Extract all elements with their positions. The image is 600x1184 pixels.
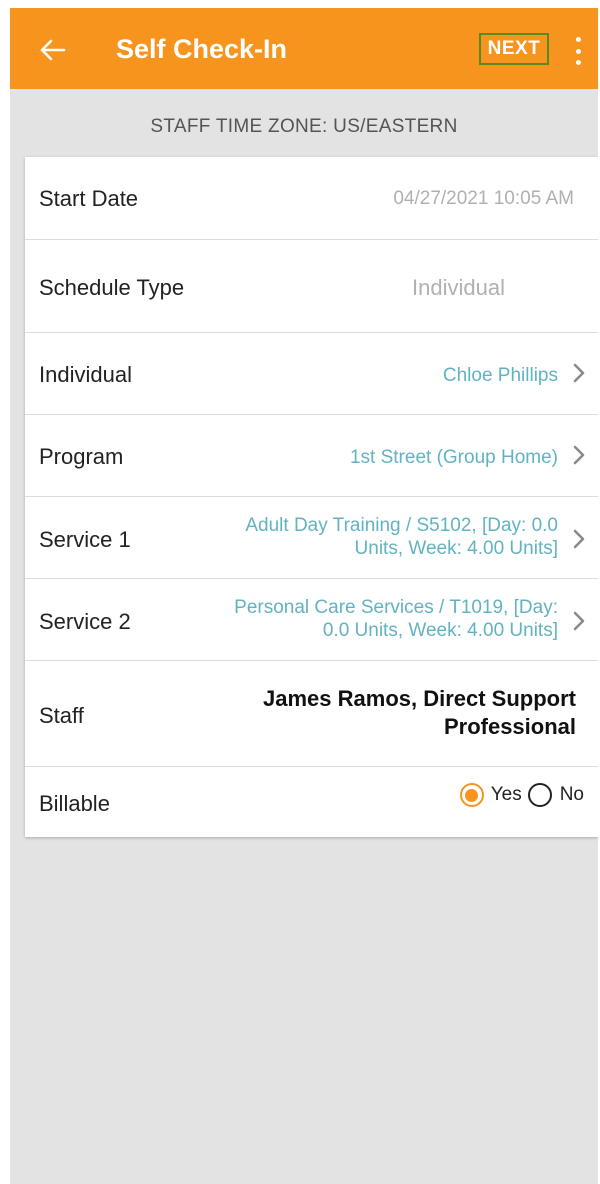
- service1-row[interactable]: Service 1 Adult Day Training / S5102, [D…: [25, 497, 598, 579]
- schedule-type-value: Individual: [412, 275, 505, 300]
- service2-row[interactable]: Service 2 Personal Care Services / T1019…: [25, 579, 598, 661]
- staff-timezone-text: STAFF TIME ZONE: US/EASTERN: [150, 116, 458, 137]
- service2-value-line1: Personal Care Services / T1019, [Day:: [234, 597, 558, 618]
- arrow-left-icon: [40, 39, 66, 61]
- service1-value: Adult Day Training / S5102, [Day: 0.0 Un…: [245, 514, 558, 560]
- billable-row: Billable Yes No: [25, 767, 598, 837]
- service2-value-line2: 0.0 Units, Week: 4.00 Units]: [322, 620, 558, 641]
- service1-label: Service 1: [39, 527, 131, 552]
- check-in-form-card: Start Date 04/27/2021 10:05 AM Schedule …: [25, 157, 598, 837]
- staff-value-line2: Professional: [443, 714, 576, 739]
- service2-value: Personal Care Services / T1019, [Day: 0.…: [234, 596, 558, 642]
- billable-no-label: No: [559, 784, 584, 805]
- start-date-row: Start Date 04/27/2021 10:05 AM: [25, 157, 598, 240]
- staff-value: James Ramos, Direct Support Professional: [263, 685, 576, 741]
- staff-value-line1: James Ramos, Direct Support: [263, 686, 576, 711]
- individual-row[interactable]: Individual Chloe Phillips: [25, 333, 598, 415]
- chevron-right-icon: [573, 445, 585, 465]
- app-screen: Self Check-In NEXT STAFF TIME ZONE: US/E…: [10, 8, 598, 1184]
- more-vert-icon[interactable]: [568, 34, 588, 68]
- billable-yes-label: Yes: [490, 784, 522, 805]
- chevron-right-icon: [573, 363, 585, 383]
- start-date-label: Start Date: [39, 186, 139, 211]
- service1-value-line1: Adult Day Training / S5102, [Day: 0.0: [245, 515, 558, 536]
- schedule-type-row: Schedule Type Individual: [25, 240, 598, 333]
- next-button[interactable]: NEXT: [479, 33, 549, 65]
- schedule-type-label: Schedule Type: [39, 275, 185, 300]
- chevron-right-icon: [573, 611, 585, 631]
- billable-label: Billable: [39, 791, 110, 816]
- staff-label: Staff: [39, 703, 84, 728]
- billable-radio-group: Yes No: [459, 783, 584, 807]
- billable-yes-radio[interactable]: [459, 783, 484, 807]
- chevron-right-icon: [573, 529, 585, 549]
- individual-value: Chloe Phillips: [442, 365, 558, 386]
- app-bar: Self Check-In NEXT: [10, 8, 598, 89]
- staff-row: Staff James Ramos, Direct Support Profes…: [25, 661, 598, 767]
- start-date-value: 04/27/2021 10:05 AM: [393, 188, 574, 209]
- service1-value-line2: Units, Week: 4.00 Units]: [354, 538, 558, 559]
- program-row[interactable]: Program 1st Street (Group Home): [25, 415, 598, 497]
- program-label: Program: [39, 444, 124, 469]
- service2-label: Service 2: [39, 609, 131, 634]
- individual-label: Individual: [39, 362, 132, 387]
- back-button[interactable]: [34, 32, 70, 68]
- program-value: 1st Street (Group Home): [349, 447, 558, 468]
- page-title: Self Check-In: [116, 34, 288, 64]
- billable-no-radio[interactable]: [527, 783, 552, 807]
